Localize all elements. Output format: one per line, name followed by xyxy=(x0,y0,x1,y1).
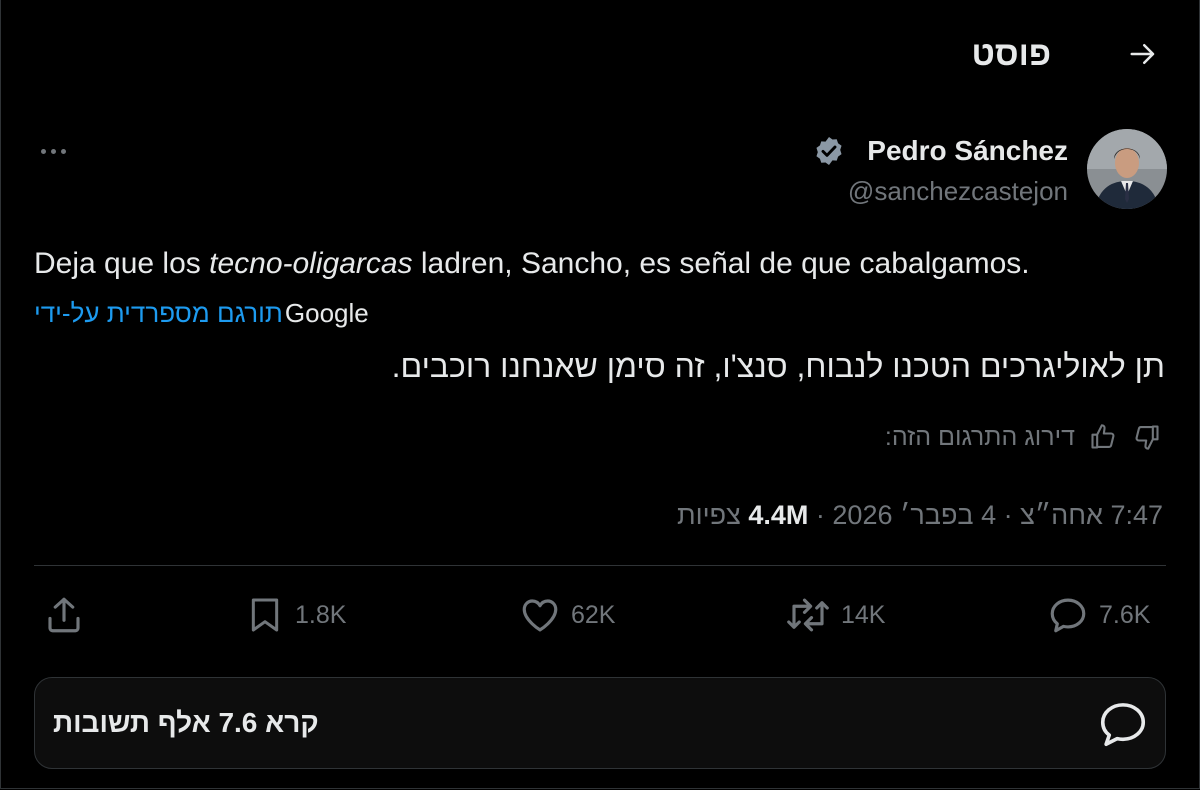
replies-bubble-icon xyxy=(1095,696,1151,752)
divider xyxy=(34,565,1166,566)
like-count: 62K xyxy=(571,601,616,629)
read-replies-label: קרא 7.6 אלף תשובות xyxy=(53,707,319,738)
dot xyxy=(60,148,66,154)
arrow-right-icon xyxy=(1130,44,1155,64)
author-handle[interactable]: @sanchezcastejon xyxy=(848,173,1068,209)
repost-button[interactable]: 14K xyxy=(785,592,885,638)
reply-count: 7.6K xyxy=(1099,601,1151,629)
thumbs-down-button[interactable] xyxy=(1131,421,1163,453)
share-button[interactable] xyxy=(43,592,85,638)
tweet-text-part: ladren, Sancho, es señal de que cabalgam… xyxy=(412,247,1030,280)
translated-text: תן לאוליגרכים הטכנו לנבוח, סנצ'ו, זה סימ… xyxy=(391,348,1165,384)
reply-button[interactable]: 7.6K xyxy=(1047,592,1150,638)
more-options-button[interactable] xyxy=(31,136,75,166)
dot xyxy=(50,148,56,154)
thumbs-up-button[interactable] xyxy=(1087,421,1119,453)
avatar[interactable] xyxy=(1087,129,1167,209)
tweet-text: Deja que los tecno-oligarcas ladren, San… xyxy=(34,244,1030,284)
like-button[interactable]: 62K xyxy=(519,592,615,638)
bookmark-count: 1.8K xyxy=(295,601,347,629)
translation-attribution: תורגם מספרדית על-ידי Google xyxy=(34,296,369,330)
share-icon xyxy=(48,597,80,633)
translator-name: Google xyxy=(284,298,369,328)
meta-separator: · xyxy=(808,500,833,530)
repost-count: 14K xyxy=(841,601,886,629)
tweet-text-part: Deja que los xyxy=(34,247,210,280)
views-label: צפיות xyxy=(676,500,741,530)
rate-translation: דירוג התרגום הזה: xyxy=(885,420,1163,454)
heart-icon xyxy=(522,599,558,632)
bookmark-icon xyxy=(251,598,279,632)
tweet-meta: 7:47 אחה״צ · 4 בפבר׳ 2026 · 4.4M צפיות xyxy=(677,496,1163,534)
repost-icon xyxy=(787,598,829,632)
read-replies-bar[interactable]: קרא 7.6 אלף תשובות xyxy=(34,677,1166,769)
author-name[interactable]: Pedro Sánchez xyxy=(867,133,1068,169)
verified-badge-icon xyxy=(813,135,845,167)
rate-translation-label: דירוג התרגום הזה: xyxy=(884,423,1075,451)
views-count: 4.4M xyxy=(748,500,809,530)
thumbs-up-icon xyxy=(1091,424,1115,449)
tweet-text-italic: tecno-oligarcas xyxy=(209,247,413,280)
page-title: פוסט xyxy=(971,35,1051,73)
back-button[interactable] xyxy=(1125,36,1161,72)
translated-by-link[interactable]: תורגם מספרדית על-ידי xyxy=(34,296,283,330)
thumbs-down-icon xyxy=(1135,425,1159,450)
post-page: פוסט Pedro Sánchez @sanchezcastejon Deja… xyxy=(0,0,1200,789)
dot xyxy=(40,148,46,154)
timestamp[interactable]: 7:47 אחה״צ · 4 בפבר׳ 2026 xyxy=(832,500,1163,530)
reply-icon xyxy=(1050,598,1086,633)
bookmark-button[interactable]: 1.8K xyxy=(245,592,346,638)
